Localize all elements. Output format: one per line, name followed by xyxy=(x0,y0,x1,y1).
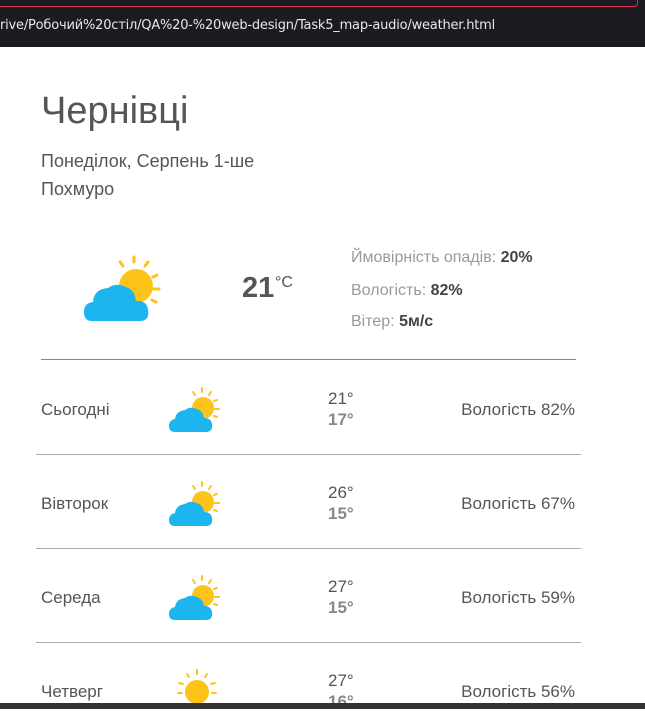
forecast-humidity: Вологість 59% xyxy=(461,588,575,607)
forecast-low: 16° xyxy=(328,692,354,711)
date-text: Понеділок, Серпень 1-ше xyxy=(41,151,255,171)
divider xyxy=(36,548,581,549)
forecast-low: 15° xyxy=(328,598,354,617)
partly-cloudy-icon xyxy=(169,387,220,432)
tab-frame xyxy=(0,0,638,7)
city-title: Чернівці xyxy=(41,90,189,132)
divider xyxy=(36,454,581,455)
partly-cloudy-icon xyxy=(169,575,220,620)
forecast-high: 27° xyxy=(328,577,354,596)
temperature-unit: °C xyxy=(275,274,293,291)
partly-cloudy-icon xyxy=(169,481,220,526)
precipitation-stat: Ймовірність опадів: 20% xyxy=(351,249,533,267)
humidity-stat: Вологість: 82% xyxy=(351,282,463,300)
wind-label: Вітер: xyxy=(351,313,395,330)
forecast-day: Середа xyxy=(41,588,101,607)
precipitation-value: 20% xyxy=(500,249,533,266)
partly-cloudy-icon xyxy=(84,255,161,321)
forecast-humidity: Вологість 67% xyxy=(461,494,575,513)
forecast-low: 15° xyxy=(328,504,354,523)
forecast-high: 21° xyxy=(328,389,354,408)
wind-value: 5м/с xyxy=(399,313,434,330)
forecast-humidity: Вологість 82% xyxy=(461,400,575,419)
divider xyxy=(36,642,581,643)
horizontal-scrollbar[interactable] xyxy=(0,703,645,709)
forecast-low: 17° xyxy=(328,410,354,429)
forecast-day: Четверг xyxy=(41,682,103,701)
condition-text: Похмуро xyxy=(41,179,115,199)
divider xyxy=(41,359,576,360)
address-url[interactable]: rive/Робочий%20стіл/QA%20-%20web-design/… xyxy=(0,18,495,33)
humidity-value: 82% xyxy=(430,282,463,299)
precipitation-label: Ймовірність опадів: xyxy=(351,249,497,266)
forecast-humidity: Вологість 56% xyxy=(461,682,575,701)
browser-address-bar[interactable]: rive/Робочий%20стіл/QA%20-%20web-design/… xyxy=(0,0,645,47)
forecast-high: 26° xyxy=(328,483,354,502)
wind-stat: Вітер: 5м/с xyxy=(351,313,433,331)
forecast-day: Сьогодні xyxy=(41,400,110,419)
humidity-label: Вологість: xyxy=(351,282,427,299)
forecast-high: 27° xyxy=(328,671,354,690)
current-temperature: 21 xyxy=(242,272,275,304)
forecast-day: Вівторок xyxy=(41,494,109,513)
